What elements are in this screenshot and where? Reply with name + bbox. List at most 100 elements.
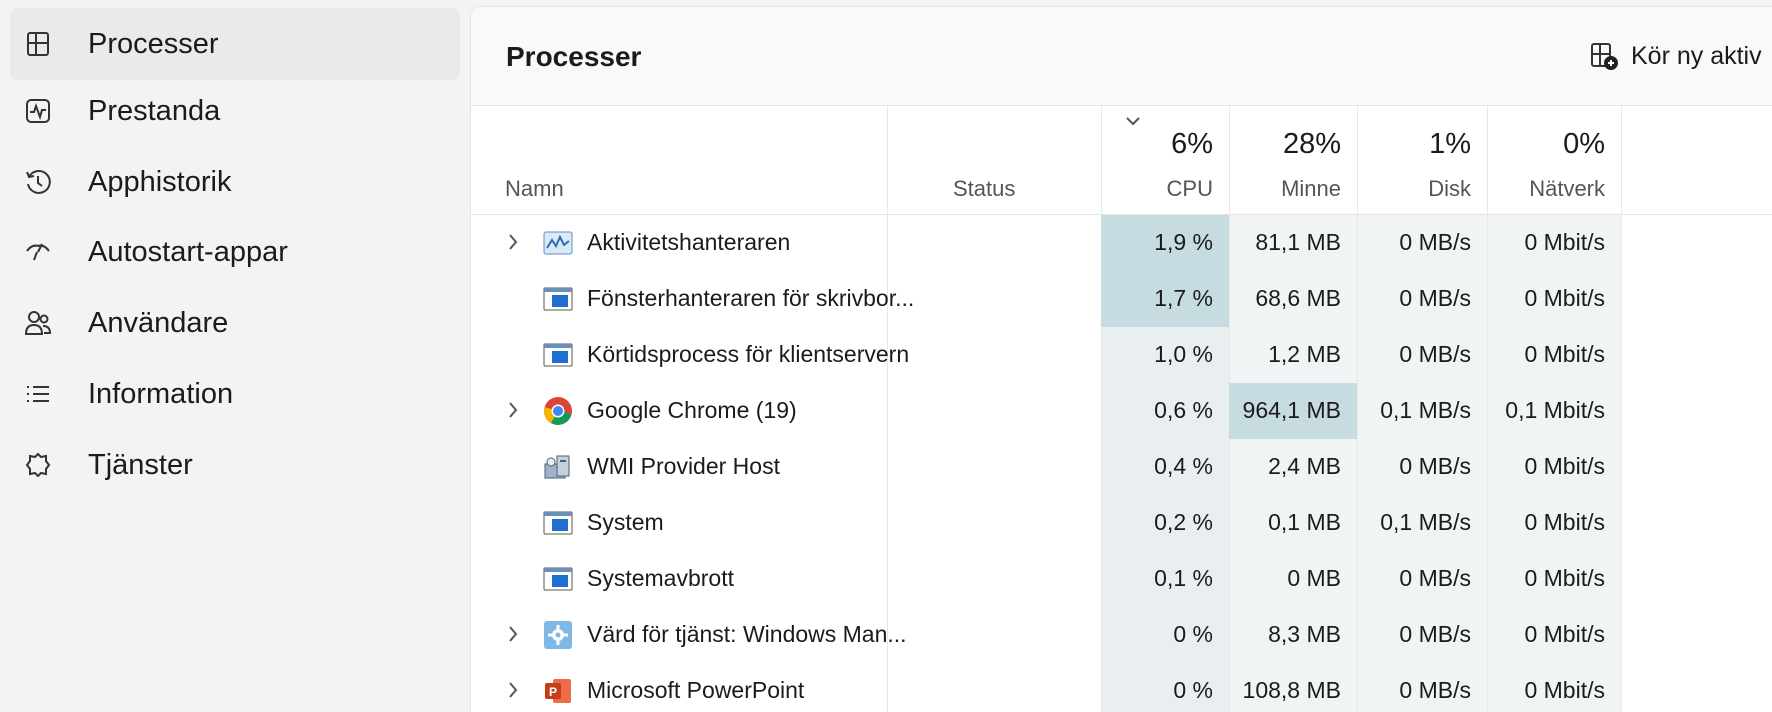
sidebar-item-label: Användare xyxy=(88,306,229,339)
sidebar-item-label: Information xyxy=(88,377,234,410)
run-task-icon xyxy=(1591,43,1618,70)
cpu-cell: 0,2 % xyxy=(1154,509,1213,535)
window-app-icon xyxy=(543,567,573,591)
network-cell: 0 Mbit/s xyxy=(1524,565,1605,591)
network-cell: 0 Mbit/s xyxy=(1524,229,1605,255)
sidebar-item-startup[interactable]: Autostart-appar xyxy=(10,216,460,288)
disk-cell: 0,1 MB/s xyxy=(1380,509,1471,535)
chevron-right-icon[interactable] xyxy=(505,621,521,647)
disk-cell: 0 MB/s xyxy=(1399,621,1471,647)
disk-cell: 0 MB/s xyxy=(1399,453,1471,479)
cpu-cell: 0,1 % xyxy=(1154,565,1213,591)
sidebar: Processer Prestanda Apphistorik Autostar… xyxy=(0,0,470,705)
disk-cell: 0 MB/s xyxy=(1399,341,1471,367)
startup-icon xyxy=(24,238,52,266)
sidebar-item-processes[interactable]: Processer xyxy=(10,8,460,80)
network-label: Nätverk xyxy=(1529,176,1605,201)
services-icon xyxy=(24,451,52,479)
disk-cell: 0 MB/s xyxy=(1399,229,1471,255)
sidebar-item-label: Apphistorik xyxy=(88,165,232,198)
wmi-icon xyxy=(544,455,570,479)
column-header-memory[interactable]: 28% Minne xyxy=(1229,106,1357,214)
memory-cell: 964,1 MB xyxy=(1229,383,1357,439)
process-name: Värd för tjänst: Windows Man... xyxy=(587,621,907,647)
window-app-icon xyxy=(543,287,573,311)
table-row[interactable]: System 0,2 % 0,1 MB 0,1 MB/s 0 Mbit/s xyxy=(471,495,1772,551)
chevron-right-icon[interactable] xyxy=(505,229,521,255)
sidebar-item-users[interactable]: Användare xyxy=(10,287,460,359)
sidebar-item-label: Prestanda xyxy=(88,94,221,127)
cpu-cell: 0 % xyxy=(1173,621,1213,647)
performance-icon xyxy=(24,97,52,125)
sidebar-item-details[interactable]: Information xyxy=(10,358,460,430)
disk-cell: 0 MB/s xyxy=(1399,565,1471,591)
column-header-disk[interactable]: 1% Disk xyxy=(1357,106,1487,214)
sort-chevron-down-icon xyxy=(1126,117,1140,126)
cpu-cell: 0,6 % xyxy=(1154,397,1213,423)
network-cell: 0,1 Mbit/s xyxy=(1505,397,1605,423)
cpu-cell: 0,4 % xyxy=(1154,453,1213,479)
table-row[interactable]: Aktivitetshanteraren 1,9 % 81,1 MB 0 MB/… xyxy=(471,215,1772,271)
table-header: Namn Status 6% CPU 28% Minne 1% Disk 0% … xyxy=(471,106,1772,215)
table-row[interactable]: Värd för tjänst: Windows Man... 0 % 8,3 … xyxy=(471,607,1772,663)
run-new-task-button[interactable]: Kör ny aktiv xyxy=(1589,41,1762,71)
cpu-cell: 1,0 % xyxy=(1154,341,1213,367)
sidebar-item-performance[interactable]: Prestanda xyxy=(10,75,460,147)
powerpoint-icon: P xyxy=(545,679,571,703)
memory-cell: 0 MB xyxy=(1287,565,1341,591)
network-cell: 0 Mbit/s xyxy=(1524,453,1605,479)
memory-percent: 28% xyxy=(1282,128,1341,160)
chevron-right-icon[interactable] xyxy=(505,677,521,703)
chevron-right-icon[interactable] xyxy=(505,397,521,423)
page-title: Processer xyxy=(506,41,642,72)
network-percent: 0% xyxy=(1563,128,1605,160)
process-name: Systemavbrott xyxy=(587,565,734,591)
details-icon xyxy=(24,380,52,408)
memory-label: Minne xyxy=(1281,176,1341,201)
users-icon xyxy=(24,309,52,337)
cpu-cell: 1,9 % xyxy=(1101,215,1229,271)
network-cell: 0 Mbit/s xyxy=(1524,509,1605,535)
window-app-icon xyxy=(543,511,573,535)
process-name: Fönsterhanteraren för skrivbor... xyxy=(587,285,915,311)
processes-icon xyxy=(24,30,52,58)
table-row[interactable]: Fönsterhanteraren för skrivbor... 1,7 % … xyxy=(471,271,1772,327)
table-row[interactable]: WMI Provider Host 0,4 % 2,4 MB 0 MB/s 0 … xyxy=(471,439,1772,495)
network-cell: 0 Mbit/s xyxy=(1524,285,1605,311)
memory-cell: 0,1 MB xyxy=(1268,509,1341,535)
process-name: Aktivitetshanteraren xyxy=(587,229,791,255)
memory-cell: 1,2 MB xyxy=(1268,341,1341,367)
memory-cell: 2,4 MB xyxy=(1268,453,1341,479)
sidebar-item-label: Processer xyxy=(88,27,219,60)
column-header-network[interactable]: 0% Nätverk xyxy=(1487,106,1621,214)
memory-cell: 81,1 MB xyxy=(1255,229,1341,255)
cpu-label: CPU xyxy=(1166,176,1213,201)
main-panel: Processer Kör ny aktiv Namn Status 6% CP… xyxy=(470,6,1772,712)
network-cell: 0 Mbit/s xyxy=(1524,341,1605,367)
process-name: Körtidsprocess för klientservern xyxy=(587,341,910,367)
disk-cell: 0 MB/s xyxy=(1399,285,1471,311)
table-row[interactable]: Systemavbrott 0,1 % 0 MB 0 MB/s 0 Mbit/s xyxy=(471,551,1772,607)
cpu-percent: 6% xyxy=(1171,128,1213,160)
column-header-status[interactable]: Status xyxy=(953,176,1015,202)
column-header-name[interactable]: Namn xyxy=(505,176,564,202)
process-name: System xyxy=(587,509,664,535)
memory-cell: 68,6 MB xyxy=(1255,285,1341,311)
sidebar-item-label: Autostart-appar xyxy=(88,235,288,268)
sidebar-item-app-history[interactable]: Apphistorik xyxy=(10,146,460,218)
table-row[interactable]: Körtidsprocess för klientservern 1,0 % 1… xyxy=(471,327,1772,383)
service-host-icon xyxy=(544,621,572,649)
process-name: WMI Provider Host xyxy=(587,453,780,479)
sidebar-item-services[interactable]: Tjänster xyxy=(10,429,460,501)
svg-text:P: P xyxy=(549,685,557,699)
disk-percent: 1% xyxy=(1429,128,1471,160)
process-name: Google Chrome (19) xyxy=(587,397,797,423)
network-cell: 0 Mbit/s xyxy=(1524,621,1605,647)
memory-cell: 8,3 MB xyxy=(1268,621,1341,647)
table-row[interactable]: Google Chrome (19) 0,6 % 964,1 MB 0,1 MB… xyxy=(471,383,1772,439)
disk-label: Disk xyxy=(1428,176,1471,201)
history-icon xyxy=(24,168,52,196)
column-header-cpu[interactable]: 6% CPU xyxy=(1101,106,1229,214)
chrome-icon xyxy=(543,397,572,425)
task-manager-icon xyxy=(543,231,573,255)
